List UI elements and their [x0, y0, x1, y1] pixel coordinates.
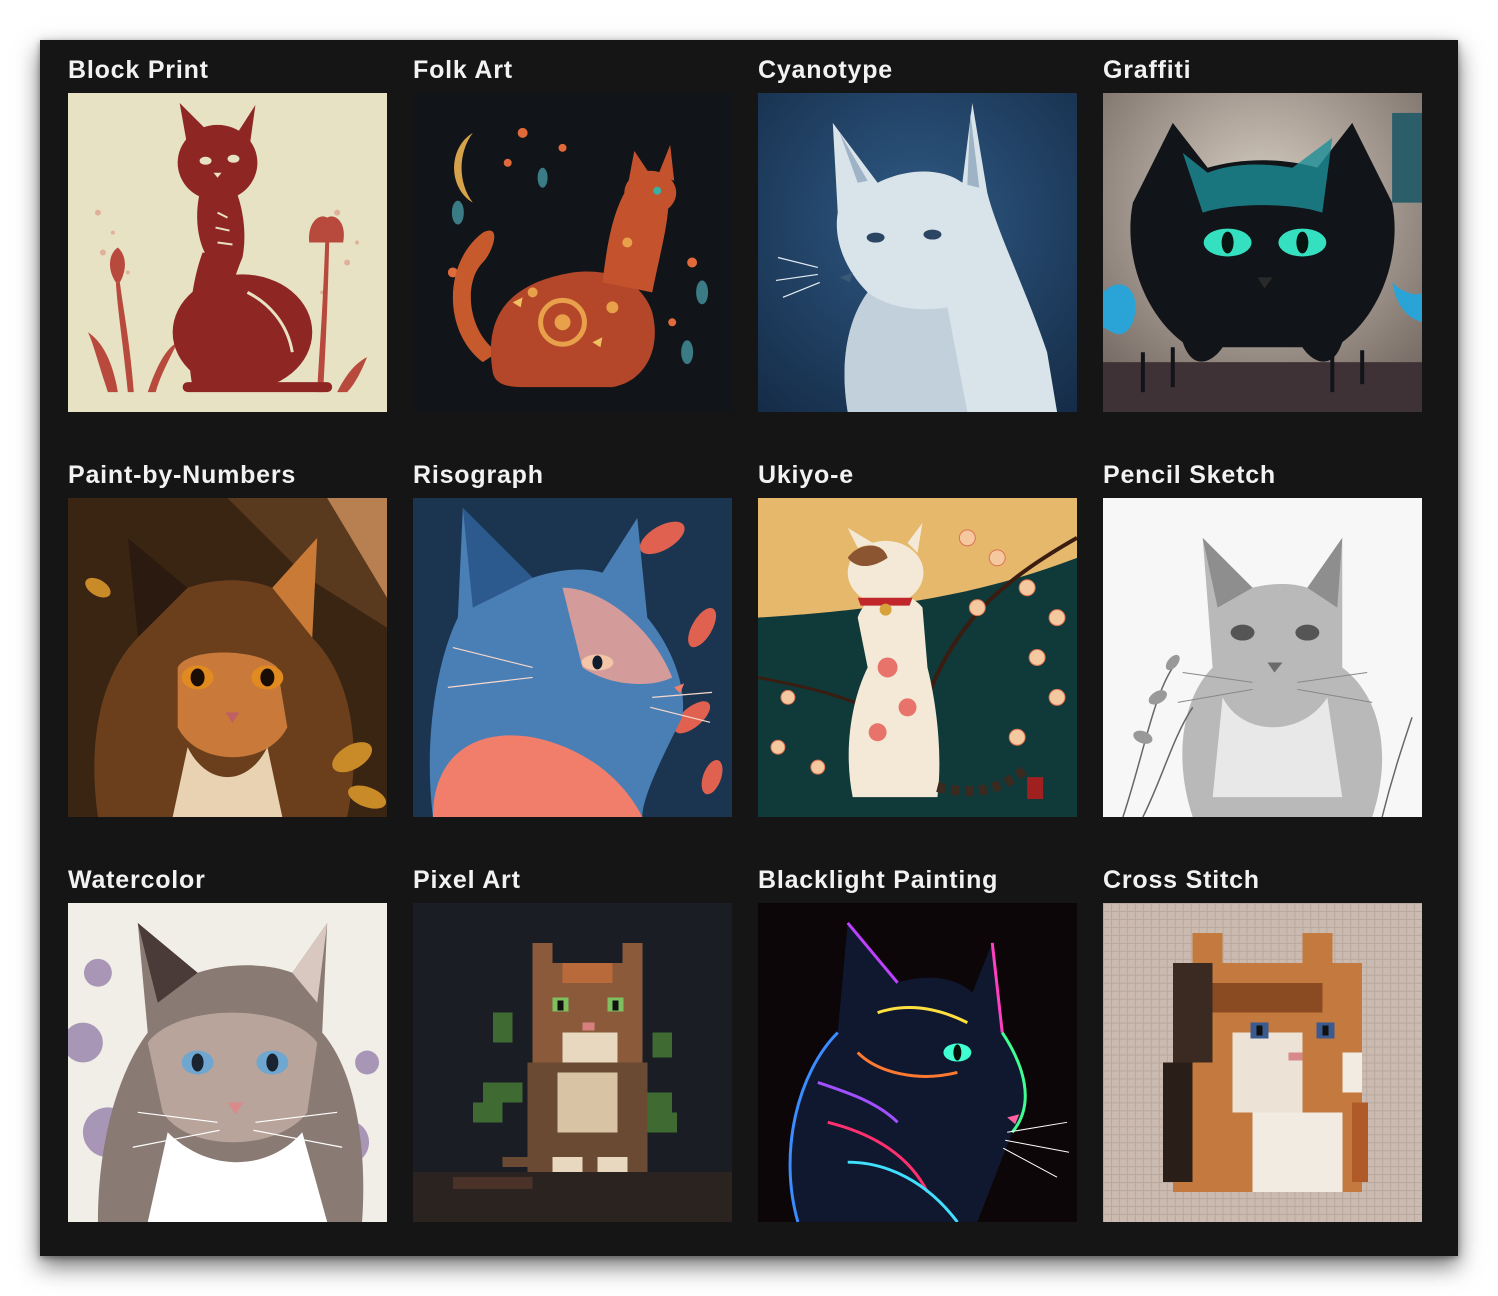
- gallery-card-paint-by-numbers[interactable]: Paint-by-Numbers: [68, 458, 387, 817]
- card-title: Watercolor: [68, 866, 206, 894]
- gallery-card-graffiti[interactable]: Graffiti: [1103, 53, 1422, 412]
- gallery-card-pixel-art[interactable]: Pixel Art: [413, 863, 732, 1222]
- style-gallery-panel: Block Print Folk Art Cyanotype Graffiti …: [40, 40, 1458, 1256]
- style-gallery-grid: Block Print Folk Art Cyanotype Graffiti …: [68, 53, 1422, 1222]
- folk-art-cat-image[interactable]: [413, 93, 732, 412]
- gallery-card-pencil-sketch[interactable]: Pencil Sketch: [1103, 458, 1422, 817]
- gallery-card-cyanotype[interactable]: Cyanotype: [758, 53, 1077, 412]
- watercolor-cat-image[interactable]: [68, 903, 387, 1222]
- card-title: Paint-by-Numbers: [68, 461, 297, 489]
- card-title: Blacklight Painting: [758, 866, 999, 894]
- card-title: Cross Stitch: [1103, 866, 1260, 894]
- card-title: Pencil Sketch: [1103, 461, 1276, 489]
- block-print-cat-image[interactable]: [68, 93, 387, 412]
- card-title: Ukiyo-e: [758, 461, 854, 489]
- card-title: Cyanotype: [758, 56, 894, 84]
- card-title: Block Print: [68, 56, 209, 84]
- pixel-art-cat-image[interactable]: [413, 903, 732, 1222]
- gallery-card-folk-art[interactable]: Folk Art: [413, 53, 732, 412]
- blacklight-painting-cat-image[interactable]: [758, 903, 1077, 1222]
- card-title: Graffiti: [1103, 56, 1192, 84]
- gallery-card-watercolor[interactable]: Watercolor: [68, 863, 387, 1222]
- gallery-card-ukiyo-e[interactable]: Ukiyo-e: [758, 458, 1077, 817]
- gallery-card-blacklight-painting[interactable]: Blacklight Painting: [758, 863, 1077, 1222]
- risograph-cat-image[interactable]: [413, 498, 732, 817]
- card-title: Pixel Art: [413, 866, 521, 894]
- gallery-card-block-print[interactable]: Block Print: [68, 53, 387, 412]
- graffiti-cat-image[interactable]: [1103, 93, 1422, 412]
- cross-stitch-cat-image[interactable]: [1103, 903, 1422, 1222]
- ukiyo-e-cat-image[interactable]: [758, 498, 1077, 817]
- card-title: Folk Art: [413, 56, 513, 84]
- pencil-sketch-cat-image[interactable]: [1103, 498, 1422, 817]
- cyanotype-cat-image[interactable]: [758, 93, 1077, 412]
- gallery-card-risograph[interactable]: Risograph: [413, 458, 732, 817]
- paint-by-numbers-cat-image[interactable]: [68, 498, 387, 817]
- card-title: Risograph: [413, 461, 544, 489]
- gallery-card-cross-stitch[interactable]: Cross Stitch: [1103, 863, 1422, 1222]
